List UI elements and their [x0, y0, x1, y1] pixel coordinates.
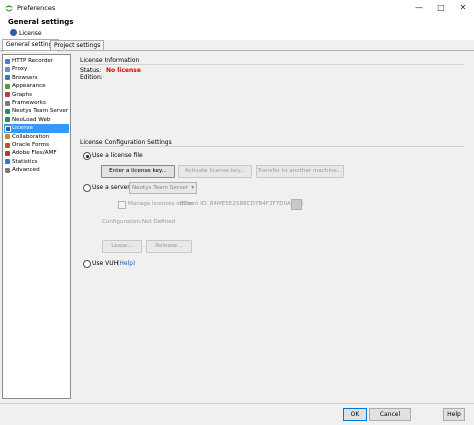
manage-offline-checkbox[interactable] [118, 201, 126, 209]
browser-icon [5, 75, 10, 81]
sidebar-item-collaboration[interactable]: Collaboration [4, 133, 69, 141]
server-dropdown[interactable]: Neotys Team Server ▾ [129, 182, 197, 194]
ok-button[interactable]: OK [343, 408, 367, 421]
statistics-icon [5, 159, 10, 165]
transfer-license-button[interactable]: Transfer to another machine... [256, 165, 344, 178]
oracle-icon [5, 142, 10, 148]
section-divider [80, 64, 464, 65]
advanced-icon [5, 167, 10, 173]
chevron-down-icon: ▾ [191, 185, 194, 191]
use-server-radio[interactable] [83, 184, 91, 192]
license-config-title: License Configuration Settings [80, 139, 172, 146]
cancel-button[interactable]: Cancel [369, 408, 411, 421]
license-info-title: License Information [80, 57, 140, 64]
status-label: Status: [80, 67, 102, 74]
sidebar-item-oracle-forms[interactable]: Oracle Forms [4, 141, 69, 149]
license-icon [5, 125, 11, 132]
collaboration-icon [5, 134, 10, 140]
title-bar [0, 0, 474, 17]
use-vuh-label: Use VUH [92, 260, 119, 267]
sidebar-item-proxy[interactable]: Proxy [4, 65, 69, 73]
edition-label: Edition: [80, 74, 103, 81]
use-license-file-label: Use a license file [92, 152, 143, 159]
minimize-button[interactable]: — [408, 0, 430, 16]
page-subtitle: License [19, 30, 42, 37]
use-server-label: Use a server [92, 184, 130, 191]
license-settings-panel [73, 54, 466, 397]
close-button[interactable]: ✕ [452, 0, 474, 16]
license-icon [10, 29, 17, 36]
release-button[interactable]: Release... [146, 240, 192, 253]
sidebar-item-http-recorder[interactable]: HTTP Recorder [4, 57, 69, 65]
frameworks-icon [5, 100, 10, 106]
sidebar-item-neoload-web[interactable]: NeoLoad Web [4, 116, 69, 124]
appearance-icon [5, 83, 10, 89]
neoload-app-icon [5, 5, 13, 12]
activate-license-key-button[interactable]: Activate license key... [178, 165, 252, 178]
server-dropdown-value: Neotys Team Server [132, 185, 189, 191]
lease-button[interactable]: Lease... [102, 240, 142, 253]
team-server-icon [5, 108, 10, 114]
copy-icon[interactable] [291, 199, 302, 210]
recorder-icon [5, 58, 10, 64]
sidebar-item-neotys-team-server[interactable]: Neotys Team Server [4, 107, 69, 115]
graph-icon [5, 92, 10, 98]
settings-tree: HTTP Recorder Proxy Browsers Appearance … [2, 54, 71, 399]
tab-divider [0, 50, 474, 51]
sidebar-item-statistics[interactable]: Statistics [4, 158, 69, 166]
page-title: General settings [8, 18, 74, 26]
sidebar-item-adobe-flex[interactable]: Adobe Flex/AMF [4, 149, 69, 157]
window-title: Preferences [17, 4, 56, 12]
use-license-file-radio[interactable] [83, 152, 91, 160]
sidebar-item-license[interactable]: License [4, 124, 69, 133]
proxy-icon [5, 66, 10, 72]
status-value: No license [106, 67, 141, 74]
use-vuh-radio[interactable] [83, 260, 91, 268]
enter-license-key-button[interactable]: Enter a license key... [101, 165, 175, 178]
help-button[interactable]: Help [443, 408, 465, 421]
sidebar-item-graphs[interactable]: Graphs [4, 91, 69, 99]
sidebar-item-advanced[interactable]: Advanced [4, 166, 69, 174]
sidebar-item-frameworks[interactable]: Frameworks [4, 99, 69, 107]
maximize-button[interactable]: □ [430, 0, 452, 16]
client-id-text: (Client ID: 84ME5E2588CD7B4F3F7D0A8F4) [180, 201, 304, 207]
sidebar-item-appearance[interactable]: Appearance [4, 82, 69, 90]
configuration-status: Configuration:Not Defined [102, 219, 176, 225]
adobe-flex-icon [5, 150, 10, 156]
help-link[interactable]: (Help) [117, 260, 135, 267]
sidebar-item-browsers[interactable]: Browsers [4, 74, 69, 82]
section-divider [80, 146, 464, 147]
neoload-web-icon [5, 117, 10, 123]
